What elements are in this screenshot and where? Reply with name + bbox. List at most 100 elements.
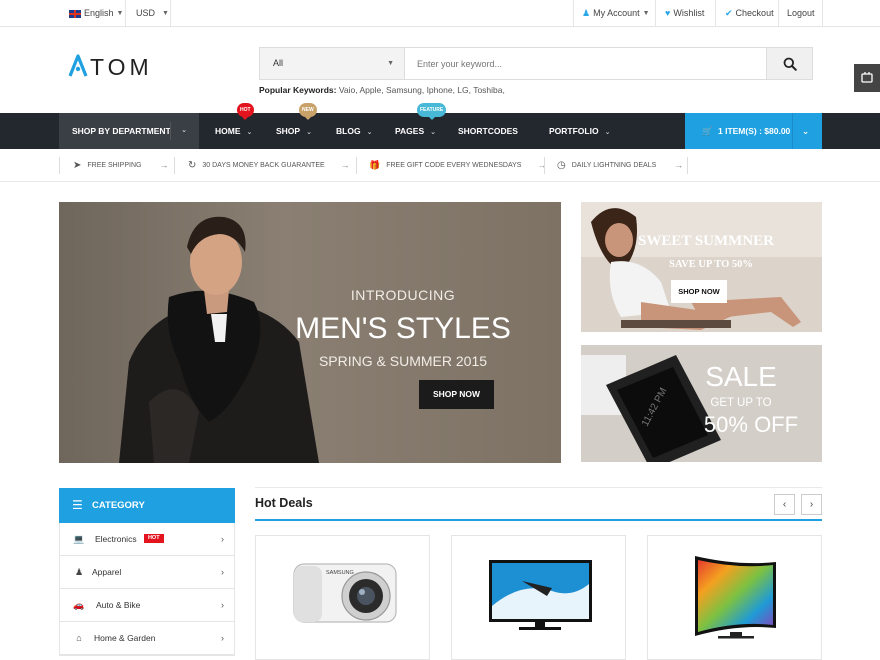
service-label: DAILY LIGHTNING DEALS — [571, 162, 657, 169]
summer-shop-now-button[interactable]: SHOP NOW — [671, 280, 727, 303]
chevron-right-icon: › — [221, 600, 224, 610]
side-toggle-widget[interactable] — [854, 64, 880, 92]
product-card-camera[interactable]: SAMSUNG — [255, 535, 430, 660]
popular-keywords-label: Popular Keywords: — [259, 85, 337, 95]
checkout-link[interactable]: ✔ Checkout — [725, 0, 774, 27]
nav-label: HOME — [215, 126, 241, 136]
heart-icon: ♥ — [665, 8, 671, 18]
home-icon: ⌂ — [76, 633, 82, 643]
hot-deals-title: Hot Deals — [255, 496, 313, 510]
chevron-right-icon: › — [221, 567, 224, 577]
new-badge: NEW — [299, 103, 317, 120]
popular-keywords-list[interactable]: Vaio, Apple, Samsung, Iphone, LG, Toshib… — [339, 85, 505, 95]
nav-item-shop[interactable]: NEW SHOP ⌄ — [276, 103, 317, 149]
chevron-down-icon: ⌄ — [246, 129, 253, 136]
category-item-home-garden[interactable]: ⌂ Home & Garden › — [60, 622, 234, 655]
popular-keywords: Popular Keywords: Vaio, Apple, Samsung, … — [259, 85, 505, 95]
prev-button[interactable]: ‹ — [774, 494, 795, 515]
search-category-select[interactable]: All ▼ — [260, 48, 405, 79]
chevron-down-icon: ⌄ — [366, 129, 373, 136]
product-card-curved-tv[interactable] — [647, 535, 822, 660]
sale-banner[interactable]: 11:42 PM SALE GET UP TO 50% OFF — [581, 345, 822, 462]
nav-item-pages[interactable]: FEATURE PAGES ⌄ — [395, 103, 447, 149]
my-account-label: My Account — [593, 8, 640, 18]
paper-plane-icon: ➤ — [73, 160, 82, 171]
category-label: Electronics — [95, 534, 137, 544]
currency-selector[interactable]: USD ▼ — [136, 0, 169, 27]
cart-summary: 1 ITEM(S) : $80.00 — [718, 126, 791, 136]
shop-by-department-button[interactable]: SHOP BY DEPARTMENT ⌄ — [59, 113, 199, 149]
category-item-auto-bike[interactable]: 🚗 Auto & Bike › — [60, 589, 234, 622]
tv-image — [489, 560, 592, 630]
chevron-right-icon: › — [221, 633, 224, 643]
search-icon — [783, 57, 797, 71]
category-label: Apparel — [92, 567, 122, 577]
service-label: FREE GIFT CODE EVERY WEDNESDAYS — [386, 162, 522, 169]
sale-discount: 50% OFF — [703, 412, 799, 437]
chevron-left-icon: ‹ — [782, 499, 787, 510]
search-button[interactable] — [766, 48, 812, 79]
chevron-down-icon: ⌄ — [430, 129, 437, 136]
language-selector[interactable]: English ▼ — [69, 0, 123, 27]
feature-badge: FEATURE — [417, 103, 447, 120]
search-bar: All ▼ — [259, 47, 813, 80]
service-gift-code[interactable]: 🎁 FREE GIFT CODE EVERY WEDNESDAYS → — [369, 149, 546, 182]
laptop-icon: 💻 — [73, 534, 85, 544]
chevron-down-icon: ⌄ — [181, 127, 187, 134]
sale-subtitle: GET UP TO — [710, 397, 772, 409]
user-icon: ♟ — [582, 8, 591, 18]
gift-icon: 🎁 — [369, 160, 381, 170]
category-item-apparel[interactable]: ♟ Apparel › — [60, 556, 234, 589]
chevron-right-icon: › — [809, 499, 814, 510]
my-account-menu[interactable]: ♟ My Account ▼ — [582, 0, 650, 27]
arrow-right-icon: → — [340, 160, 350, 170]
nav-item-blog[interactable]: BLOG ⌄ — [336, 113, 372, 149]
summer-subtitle: SAVE UP TO 50% — [669, 259, 753, 270]
service-lightning-deals[interactable]: ◷ DAILY LIGHTNING DEALS → — [557, 149, 683, 182]
nav-label: PORTFOLIO — [549, 126, 599, 136]
search-category-label: All — [273, 58, 284, 68]
service-money-back[interactable]: ↻ 30 DAYS MONEY BACK GUARANTEE → — [188, 149, 350, 182]
banner-title: MEN'S STYLES — [295, 312, 511, 345]
service-label: 30 DAYS MONEY BACK GUARANTEE — [202, 162, 325, 169]
product-card-tv[interactable] — [451, 535, 626, 660]
logout-label: Logout — [787, 8, 815, 18]
banner-subtitle: SPRING & SUMMER 2015 — [318, 353, 488, 369]
chevron-right-icon: › — [221, 534, 224, 544]
search-input[interactable] — [405, 48, 766, 79]
arrow-right-icon: → — [537, 160, 547, 170]
wishlist-link[interactable]: ♥ Wishlist — [665, 0, 704, 27]
cart-icon: 🛒 — [702, 126, 713, 136]
summer-title: SWEET SUMMNER — [638, 233, 774, 249]
category-header[interactable]: ☰ CATEGORY — [59, 488, 235, 523]
services-strip: ➤ FREE SHIPPING → ↻ 30 DAYS MONEY BACK G… — [0, 149, 880, 182]
nav-item-shortcodes[interactable]: SHORTCODES — [458, 113, 518, 149]
logo[interactable]: TOM — [68, 54, 192, 78]
chevron-down-icon: ▼ — [387, 60, 394, 67]
main-banner[interactable]: INTRODUCING MEN'S STYLES SPRING & SUMMER… — [59, 202, 561, 463]
check-icon: ✔ — [725, 8, 733, 18]
sweet-summer-banner[interactable]: SWEET SUMMNER SAVE UP TO 50% SHOP NOW — [581, 202, 822, 332]
language-label: English — [84, 8, 114, 18]
chevron-down-icon: ⌄ — [802, 126, 810, 136]
car-icon: 🚗 — [73, 600, 85, 610]
shop-now-button[interactable]: SHOP NOW — [419, 380, 494, 409]
banner-intro: INTRODUCING — [350, 287, 456, 303]
nav-item-home[interactable]: HOT HOME ⌄ — [215, 103, 254, 149]
logo-text: TOM — [90, 54, 153, 78]
category-item-electronics[interactable]: 💻 Electronics HOT › — [60, 523, 234, 556]
chevron-down-icon: ▼ — [642, 10, 650, 17]
menu-icon: ☰ — [72, 498, 83, 512]
camera-brand: SAMSUNG — [326, 570, 354, 576]
cart-button[interactable]: 🛒 1 ITEM(S) : $80.00 ⌄ — [685, 113, 822, 149]
uk-flag-icon — [69, 9, 81, 18]
logout-link[interactable]: Logout — [787, 0, 815, 27]
hot-tag: HOT — [143, 534, 164, 544]
sale-title: SALE — [705, 361, 777, 392]
next-button[interactable]: › — [801, 494, 822, 515]
nav-item-portfolio[interactable]: PORTFOLIO ⌄ — [549, 113, 610, 149]
checkout-label: Checkout — [735, 8, 774, 18]
arrow-right-icon: → — [159, 160, 169, 170]
service-free-shipping[interactable]: ➤ FREE SHIPPING → — [73, 149, 168, 182]
service-label: FREE SHIPPING — [87, 162, 142, 169]
